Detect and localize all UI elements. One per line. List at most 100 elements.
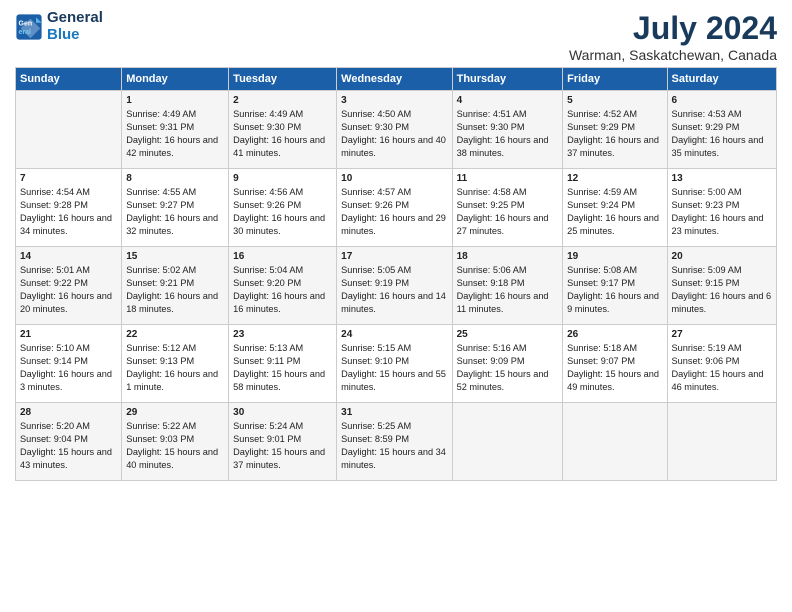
cell-content: Sunrise: 5:05 AMSunset: 9:19 PMDaylight:… xyxy=(341,264,447,316)
cell-content: Sunrise: 5:22 AMSunset: 9:03 PMDaylight:… xyxy=(126,420,224,472)
cell-content: Sunrise: 5:08 AMSunset: 9:17 PMDaylight:… xyxy=(567,264,662,316)
cell-content: Sunrise: 4:58 AMSunset: 9:25 PMDaylight:… xyxy=(457,186,558,238)
calendar-table: SundayMondayTuesdayWednesdayThursdayFrid… xyxy=(15,67,777,481)
col-header-monday: Monday xyxy=(122,68,229,91)
week-row-1: 1Sunrise: 4:49 AMSunset: 9:31 PMDaylight… xyxy=(16,91,777,169)
calendar-cell: 28Sunrise: 5:20 AMSunset: 9:04 PMDayligh… xyxy=(16,403,122,481)
day-number: 30 xyxy=(233,407,332,418)
day-number: 23 xyxy=(233,329,332,340)
col-header-thursday: Thursday xyxy=(452,68,562,91)
cell-content: Sunrise: 4:55 AMSunset: 9:27 PMDaylight:… xyxy=(126,186,224,238)
day-number: 14 xyxy=(20,251,117,262)
calendar-cell xyxy=(667,403,776,481)
day-number: 20 xyxy=(672,251,772,262)
cell-content: Sunrise: 4:53 AMSunset: 9:29 PMDaylight:… xyxy=(672,108,772,160)
col-header-sunday: Sunday xyxy=(16,68,122,91)
calendar-cell: 10 Sunrise: 4:57 AMSunset: 9:26 PMDayligh… xyxy=(337,169,452,247)
cell-content: Sunrise: 5:06 AMSunset: 9:18 PMDaylight:… xyxy=(457,264,558,316)
cell-content: Sunrise: 5:15 AMSunset: 9:10 PMDaylight:… xyxy=(341,342,447,394)
svg-text:Gen: Gen xyxy=(19,20,33,27)
calendar-cell xyxy=(563,403,667,481)
col-header-wednesday: Wednesday xyxy=(337,68,452,91)
cell-content: Sunrise: 5:19 AMSunset: 9:06 PMDaylight:… xyxy=(672,342,772,394)
cell-content: Sunrise: 5:13 AMSunset: 9:11 PMDaylight:… xyxy=(233,342,332,394)
cell-content: Sunrise: 5:09 AMSunset: 9:15 PMDaylight:… xyxy=(672,264,772,316)
header: Gen eral General Blue July 2024 Warman, … xyxy=(15,10,777,63)
calendar-cell: 13 Sunrise: 5:00 AMSunset: 9:23 PMDayligh… xyxy=(667,169,776,247)
day-number: 2 xyxy=(233,95,332,106)
day-number: 5 xyxy=(567,95,662,106)
cell-content: Sunrise: 5:01 AMSunset: 9:22 PMDaylight:… xyxy=(20,264,117,316)
cell-content: Sunrise: 4:51 AMSunset: 9:30 PMDaylight:… xyxy=(457,108,558,160)
cell-content: Sunrise: 5:18 AMSunset: 9:07 PMDaylight:… xyxy=(567,342,662,394)
svg-text:eral: eral xyxy=(19,29,32,36)
day-number: 25 xyxy=(457,329,558,340)
calendar-header-row: SundayMondayTuesdayWednesdayThursdayFrid… xyxy=(16,68,777,91)
calendar-cell: 19 Sunrise: 5:08 AMSunset: 9:17 PMDayligh… xyxy=(563,247,667,325)
logo-icon: Gen eral xyxy=(15,13,43,41)
calendar-cell: 30Sunrise: 5:24 AMSunset: 9:01 PMDayligh… xyxy=(229,403,337,481)
cell-content: Sunrise: 4:49 AMSunset: 9:30 PMDaylight:… xyxy=(233,108,332,160)
logo-text: General Blue xyxy=(47,10,103,43)
day-number: 11 xyxy=(457,173,558,184)
calendar-cell: 15 Sunrise: 5:02 AMSunset: 9:21 PMDayligh… xyxy=(122,247,229,325)
cell-content: Sunrise: 4:54 AMSunset: 9:28 PMDaylight:… xyxy=(20,186,117,238)
day-number: 4 xyxy=(457,95,558,106)
calendar-cell: 4 Sunrise: 4:51 AMSunset: 9:30 PMDaylight… xyxy=(452,91,562,169)
calendar-cell: 7 Sunrise: 4:54 AMSunset: 9:28 PMDaylight… xyxy=(16,169,122,247)
cell-content: Sunrise: 4:50 AMSunset: 9:30 PMDaylight:… xyxy=(341,108,447,160)
cell-content: Sunrise: 4:57 AMSunset: 9:26 PMDaylight:… xyxy=(341,186,447,238)
main-title: July 2024 xyxy=(569,10,777,47)
calendar-cell xyxy=(16,91,122,169)
calendar-cell: 27 Sunrise: 5:19 AMSunset: 9:06 PMDayligh… xyxy=(667,325,776,403)
calendar-cell: 6Sunrise: 4:53 AMSunset: 9:29 PMDaylight… xyxy=(667,91,776,169)
day-number: 1 xyxy=(126,95,224,106)
col-header-saturday: Saturday xyxy=(667,68,776,91)
calendar-cell: 9Sunrise: 4:56 AMSunset: 9:26 PMDaylight… xyxy=(229,169,337,247)
calendar-cell: 26Sunrise: 5:18 AMSunset: 9:07 PMDayligh… xyxy=(563,325,667,403)
cell-content: Sunrise: 5:10 AMSunset: 9:14 PMDaylight:… xyxy=(20,342,117,394)
week-row-3: 14 Sunrise: 5:01 AMSunset: 9:22 PMDayligh… xyxy=(16,247,777,325)
week-row-5: 28Sunrise: 5:20 AMSunset: 9:04 PMDayligh… xyxy=(16,403,777,481)
calendar-cell xyxy=(452,403,562,481)
day-number: 27 xyxy=(672,329,772,340)
day-number: 12 xyxy=(567,173,662,184)
cell-content: Sunrise: 4:59 AMSunset: 9:24 PMDaylight:… xyxy=(567,186,662,238)
calendar-cell: 5 Sunrise: 4:52 AMSunset: 9:29 PMDaylight… xyxy=(563,91,667,169)
day-number: 17 xyxy=(341,251,447,262)
calendar-cell: 22Sunrise: 5:12 AMSunset: 9:13 PMDayligh… xyxy=(122,325,229,403)
calendar-cell: 2 Sunrise: 4:49 AMSunset: 9:30 PMDaylight… xyxy=(229,91,337,169)
day-number: 15 xyxy=(126,251,224,262)
calendar-cell: 14 Sunrise: 5:01 AMSunset: 9:22 PMDayligh… xyxy=(16,247,122,325)
week-row-2: 7 Sunrise: 4:54 AMSunset: 9:28 PMDaylight… xyxy=(16,169,777,247)
calendar-cell: 3Sunrise: 4:50 AMSunset: 9:30 PMDaylight… xyxy=(337,91,452,169)
cell-content: Sunrise: 4:52 AMSunset: 9:29 PMDaylight:… xyxy=(567,108,662,160)
cell-content: Sunrise: 5:02 AMSunset: 9:21 PMDaylight:… xyxy=(126,264,224,316)
calendar-cell: 18 Sunrise: 5:06 AMSunset: 9:18 PMDayligh… xyxy=(452,247,562,325)
cell-content: Sunrise: 5:16 AMSunset: 9:09 PMDaylight:… xyxy=(457,342,558,394)
day-number: 24 xyxy=(341,329,447,340)
calendar-cell: 24 Sunrise: 5:15 AMSunset: 9:10 PMDayligh… xyxy=(337,325,452,403)
calendar-cell: 17 Sunrise: 5:05 AMSunset: 9:19 PMDayligh… xyxy=(337,247,452,325)
day-number: 10 xyxy=(341,173,447,184)
week-row-4: 21Sunrise: 5:10 AMSunset: 9:14 PMDayligh… xyxy=(16,325,777,403)
calendar-cell: 31Sunrise: 5:25 AMSunset: 8:59 PMDayligh… xyxy=(337,403,452,481)
day-number: 16 xyxy=(233,251,332,262)
subtitle: Warman, Saskatchewan, Canada xyxy=(569,47,777,63)
logo: Gen eral General Blue xyxy=(15,10,103,43)
calendar-cell: 16Sunrise: 5:04 AMSunset: 9:20 PMDayligh… xyxy=(229,247,337,325)
cell-content: Sunrise: 5:20 AMSunset: 9:04 PMDaylight:… xyxy=(20,420,117,472)
calendar-cell: 8 Sunrise: 4:55 AMSunset: 9:27 PMDaylight… xyxy=(122,169,229,247)
cell-content: Sunrise: 5:12 AMSunset: 9:13 PMDaylight:… xyxy=(126,342,224,394)
calendar-cell: 12 Sunrise: 4:59 AMSunset: 9:24 PMDayligh… xyxy=(563,169,667,247)
cell-content: Sunrise: 5:00 AMSunset: 9:23 PMDaylight:… xyxy=(672,186,772,238)
day-number: 19 xyxy=(567,251,662,262)
calendar-cell: 20 Sunrise: 5:09 AMSunset: 9:15 PMDayligh… xyxy=(667,247,776,325)
calendar-cell: 23 Sunrise: 5:13 AMSunset: 9:11 PMDayligh… xyxy=(229,325,337,403)
day-number: 7 xyxy=(20,173,117,184)
calendar-cell: 21Sunrise: 5:10 AMSunset: 9:14 PMDayligh… xyxy=(16,325,122,403)
day-number: 9 xyxy=(233,173,332,184)
day-number: 13 xyxy=(672,173,772,184)
day-number: 18 xyxy=(457,251,558,262)
day-number: 8 xyxy=(126,173,224,184)
